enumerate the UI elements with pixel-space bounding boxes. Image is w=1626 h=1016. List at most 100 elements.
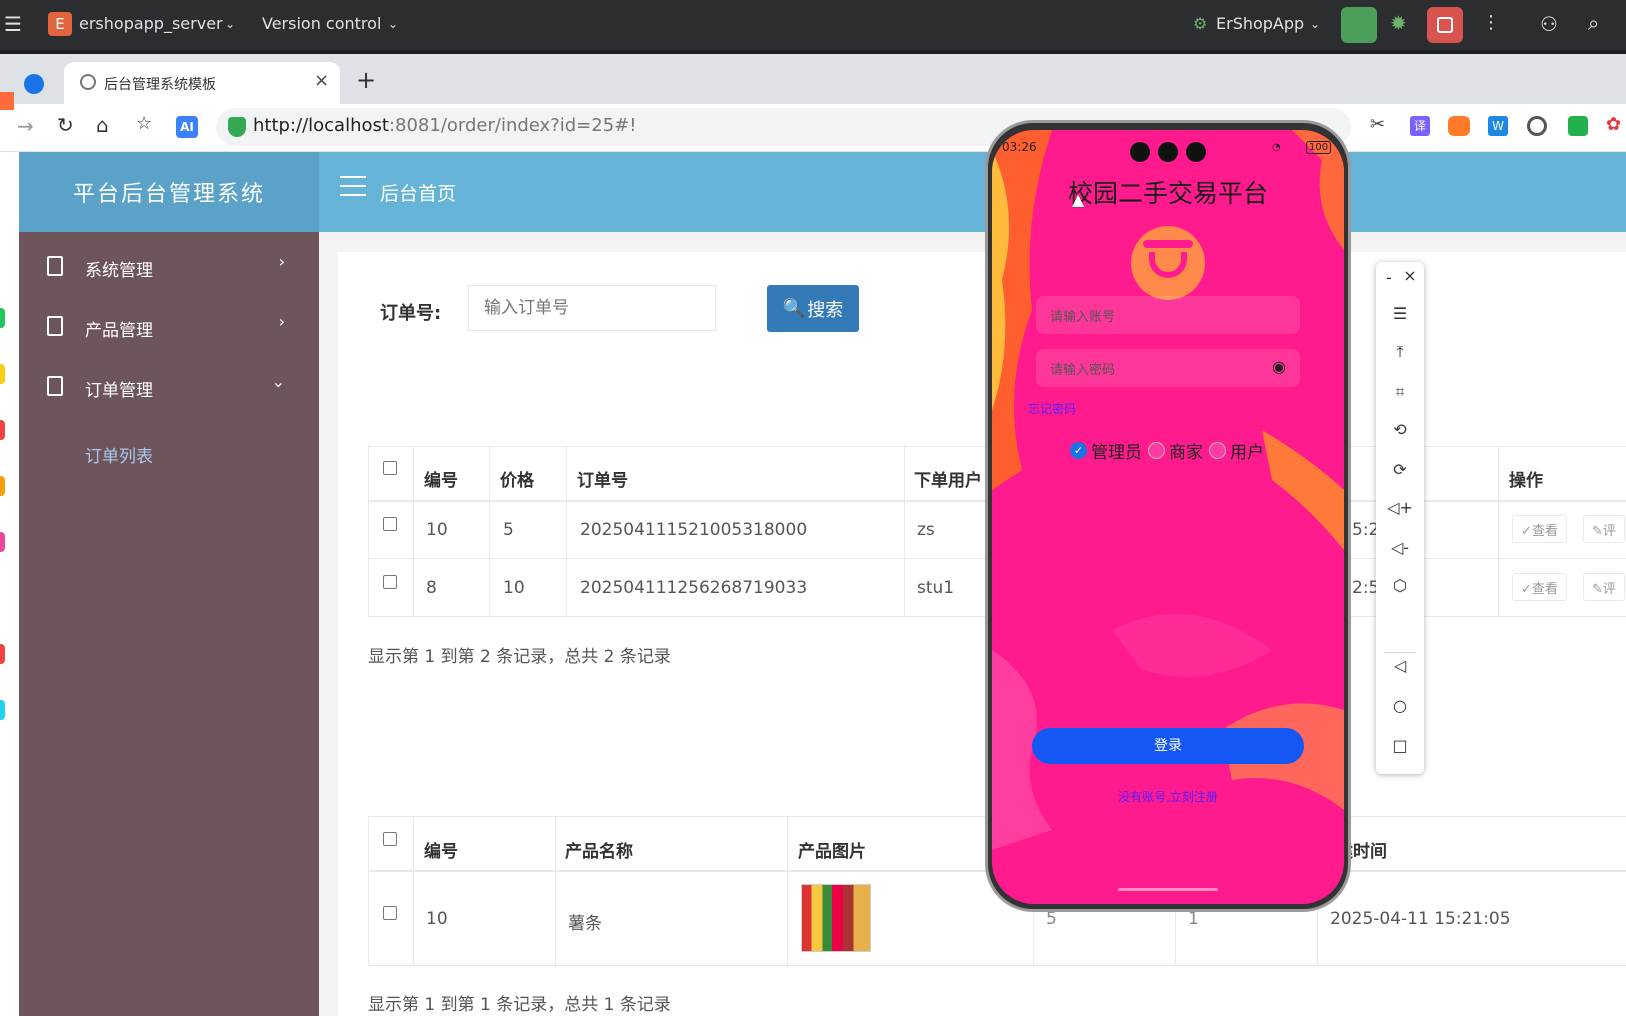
row-checkbox[interactable]: [383, 575, 397, 589]
row-checkbox[interactable]: [383, 906, 397, 920]
translate-icon[interactable]: 译: [1410, 116, 1430, 136]
sidebar-item-system[interactable]: 系统管理 ›: [19, 242, 319, 292]
rotate-left-icon[interactable]: ⟲: [1376, 420, 1424, 439]
project-name[interactable]: ershopapp_server: [79, 14, 223, 33]
sidebar-item-product[interactable]: 产品管理 ›: [19, 302, 319, 352]
volume-up-icon[interactable]: ◁+: [1376, 498, 1424, 517]
chevron-down-icon: ⌄: [271, 372, 285, 391]
table-border: [368, 446, 369, 616]
camera-dot: [1130, 142, 1150, 162]
dock-item[interactable]: [0, 532, 5, 552]
crop-icon[interactable]: ⌗: [1376, 382, 1424, 402]
main-menu-icon[interactable]: ☰: [4, 12, 22, 36]
wechat-extension-icon[interactable]: [1568, 116, 1588, 136]
home-indicator: [1118, 888, 1218, 891]
view-button[interactable]: ✓查看: [1512, 515, 1567, 543]
radio-user[interactable]: [1209, 442, 1226, 459]
recent-apps-icon[interactable]: □: [1376, 736, 1424, 755]
account-input[interactable]: 请输入账号: [1036, 296, 1300, 334]
close-button[interactable]: ×: [1402, 266, 1418, 285]
row-checkbox[interactable]: [383, 517, 397, 531]
wps-icon[interactable]: W: [1488, 116, 1508, 136]
dock-item[interactable]: [0, 644, 5, 664]
forward-icon[interactable]: →: [17, 114, 34, 138]
debug-icon[interactable]: ✹: [1390, 11, 1407, 35]
select-all-checkbox[interactable]: [383, 461, 397, 475]
favorites-icon[interactable]: ☆: [136, 113, 152, 134]
volume-down-icon[interactable]: ◁-: [1376, 538, 1424, 557]
back-icon[interactable]: ◁: [1376, 656, 1424, 675]
order-number: 20250411152100531800​0: [580, 520, 808, 540]
order-price: 5: [503, 520, 514, 540]
scissors-icon[interactable]: ✂: [1370, 114, 1385, 135]
select-all-checkbox[interactable]: [383, 832, 397, 846]
chevron-down-icon[interactable]: ⌄: [1310, 17, 1320, 31]
view-button[interactable]: ✓查看: [1512, 573, 1567, 601]
hide-password-icon[interactable]: ◉: [1272, 357, 1286, 376]
forgot-password-link[interactable]: 忘记密码: [1028, 400, 1076, 417]
table-border: [489, 446, 490, 616]
dock-item[interactable]: [0, 308, 5, 328]
dock-item[interactable]: [0, 420, 5, 440]
chevron-down-icon[interactable]: ⌄: [225, 17, 235, 31]
battery-indicator: 100: [1306, 141, 1332, 154]
rate-button[interactable]: ✎评: [1583, 573, 1625, 601]
sidebar-item-label: 订单管理: [85, 381, 153, 401]
rate-button[interactable]: ✎评: [1583, 515, 1625, 543]
table-border: [413, 446, 414, 616]
flower-extension-icon[interactable]: ✿: [1606, 114, 1621, 135]
dock-item[interactable]: [0, 700, 5, 720]
minimize-button[interactable]: -: [1386, 268, 1400, 287]
column-header: 产品名称: [565, 842, 633, 862]
home-icon[interactable]: ⌂: [96, 113, 109, 137]
search-icon[interactable]: ⌕: [1588, 11, 1599, 35]
rotate-right-icon[interactable]: ⟳: [1376, 460, 1424, 479]
run-config[interactable]: ErShopApp: [1216, 14, 1304, 33]
reload-icon[interactable]: ↻: [57, 113, 74, 137]
dock-item[interactable]: [0, 364, 5, 384]
close-tab-icon[interactable]: ×: [314, 70, 329, 91]
column-header: 操作: [1509, 471, 1543, 491]
chevron-down-icon[interactable]: ⌄: [388, 17, 398, 31]
stop-button[interactable]: [1427, 7, 1463, 43]
search-icon: 🔍: [782, 298, 806, 319]
telegram-icon[interactable]: [24, 74, 44, 94]
shield-icon: [228, 117, 246, 137]
file-icon: [47, 376, 63, 396]
role-selector: ✓ 管理员 商家 用户: [1070, 438, 1264, 463]
shake-icon[interactable]: ⬡: [1376, 576, 1424, 595]
dock-badge: [0, 92, 14, 110]
add-user-icon[interactable]: ⚇: [1540, 12, 1558, 36]
table-border: [368, 816, 369, 966]
menu-toggle-icon[interactable]: [340, 176, 366, 196]
submenu-order-list[interactable]: 订单列表: [85, 442, 153, 467]
pin-top-icon[interactable]: ⤒: [1376, 342, 1424, 362]
product-image: [801, 884, 871, 952]
header-title[interactable]: 后台首页: [380, 179, 456, 206]
game-extension-icon[interactable]: [1448, 116, 1470, 136]
radio-merchant[interactable]: [1148, 442, 1165, 459]
order-search-input[interactable]: [468, 285, 716, 331]
home-icon[interactable]: ○: [1376, 696, 1424, 715]
password-input[interactable]: 请输入密码: [1036, 349, 1300, 387]
camera-dot: [1158, 142, 1178, 162]
content-panel: [338, 252, 1626, 1016]
login-button[interactable]: 登录: [1032, 728, 1304, 764]
menu-icon[interactable]: ☰: [1376, 304, 1424, 323]
sidebar-item-order[interactable]: 订单管理 ⌄: [19, 362, 319, 412]
dock-item[interactable]: [0, 476, 5, 496]
apply-changes-button[interactable]: [1341, 7, 1377, 43]
radio-admin[interactable]: ✓: [1070, 442, 1087, 459]
browser-tab[interactable]: 后台管理系统模板 ×: [64, 62, 340, 104]
new-tab-button[interactable]: +: [356, 66, 376, 94]
table-border: [566, 446, 567, 616]
role-label: 用户: [1230, 443, 1264, 463]
more-icon[interactable]: ⋮: [1482, 12, 1500, 33]
register-link[interactable]: 没有账号,立刻注册: [992, 788, 1344, 805]
table-border: [555, 816, 556, 966]
ai-icon[interactable]: AI: [176, 116, 198, 138]
chrome-extension-icon[interactable]: [1527, 116, 1547, 136]
version-control-menu[interactable]: Version control: [262, 14, 381, 33]
chevron-right-icon: ›: [278, 252, 285, 271]
search-button[interactable]: 🔍 搜索: [767, 285, 859, 332]
